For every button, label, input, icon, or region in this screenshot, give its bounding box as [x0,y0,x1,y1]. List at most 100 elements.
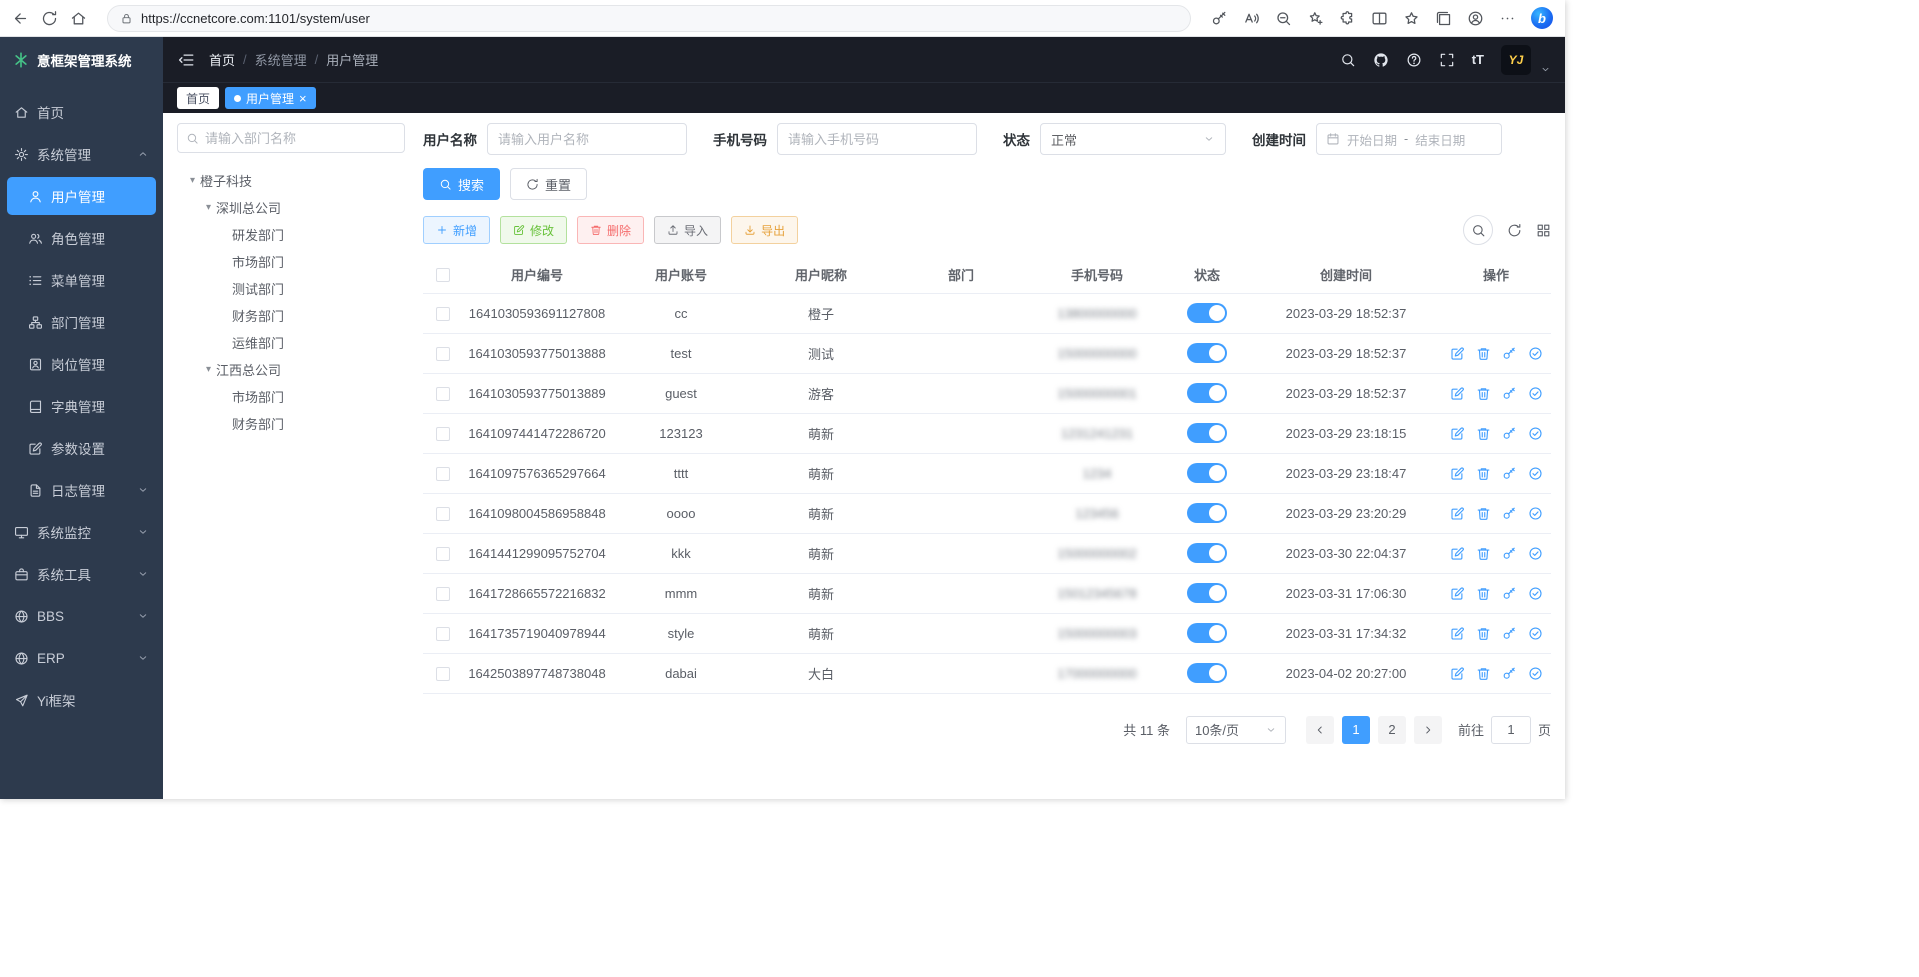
favorites-add-icon[interactable] [1307,10,1324,27]
assign-role-icon[interactable] [1528,386,1543,401]
reset-password-icon[interactable] [1502,506,1517,521]
chevron-down-icon[interactable] [1540,64,1551,75]
tree-node[interactable]: 市场部门 [177,248,405,275]
tab-user-management[interactable]: 用户管理 × [225,87,316,109]
sidebar-item-param-settings[interactable]: 参数设置 [0,427,163,469]
reset-button[interactable]: 重置 [510,168,587,200]
reset-password-icon[interactable] [1502,346,1517,361]
goto-page-input[interactable] [1491,716,1531,744]
tree-node[interactable]: 运维部门 [177,329,405,356]
import-button[interactable]: 导入 [654,216,721,244]
column-header[interactable]: 部门 [891,256,1031,293]
favorites-icon[interactable] [1403,10,1420,27]
page-button-1[interactable]: 1 [1342,716,1370,744]
column-header[interactable]: 用户账号 [611,256,751,293]
export-button[interactable]: 导出 [731,216,798,244]
refresh-table-icon[interactable] [1507,223,1522,238]
status-toggle[interactable] [1187,463,1227,483]
sidebar-item-system-monitor[interactable]: 系统监控 [0,511,163,553]
assign-role-icon[interactable] [1528,546,1543,561]
tree-node[interactable]: 财务部门 [177,410,405,437]
question-icon[interactable] [1406,52,1422,68]
status-select[interactable]: 正常 [1040,123,1226,155]
column-settings-icon[interactable] [1536,223,1551,238]
tree-node[interactable]: ▾江西总公司 [177,356,405,383]
sidebar-item-bbs[interactable]: BBS [0,595,163,637]
column-header[interactable]: 用户编号 [463,256,611,293]
reset-password-icon[interactable] [1502,386,1517,401]
assign-role-icon[interactable] [1528,626,1543,641]
browser-refresh-icon[interactable] [41,10,58,27]
status-toggle[interactable] [1187,503,1227,523]
toggle-search-button[interactable] [1463,215,1493,245]
delete-user-icon[interactable] [1476,666,1491,681]
dept-search-input[interactable] [205,131,396,146]
delete-user-icon[interactable] [1476,466,1491,481]
delete-user-icon[interactable] [1476,346,1491,361]
row-checkbox[interactable] [436,427,450,441]
assign-role-icon[interactable] [1528,586,1543,601]
phone-input[interactable] [777,123,977,155]
delete-user-icon[interactable] [1476,626,1491,641]
status-toggle[interactable] [1187,663,1227,683]
tab-home[interactable]: 首页 [177,87,219,109]
delete-user-icon[interactable] [1476,386,1491,401]
sidebar-item-user-management[interactable]: 用户管理 [7,177,156,215]
status-toggle[interactable] [1187,383,1227,403]
column-header[interactable]: 手机号码 [1031,256,1163,293]
reset-password-icon[interactable] [1502,666,1517,681]
edit-user-icon[interactable] [1450,666,1465,681]
tree-node[interactable]: ▾深圳总公司 [177,194,405,221]
status-toggle[interactable] [1187,343,1227,363]
status-toggle[interactable] [1187,583,1227,603]
delete-user-icon[interactable] [1476,506,1491,521]
delete-user-icon[interactable] [1476,586,1491,601]
edit-user-icon[interactable] [1450,346,1465,361]
reset-password-icon[interactable] [1502,626,1517,641]
assign-role-icon[interactable] [1528,466,1543,481]
sidebar-item-log-management[interactable]: 日志管理 [0,469,163,511]
sidebar-item-menu-management[interactable]: 菜单管理 [0,259,163,301]
edit-user-icon[interactable] [1450,466,1465,481]
collections-icon[interactable] [1435,10,1452,27]
breadcrumb-system[interactable]: 系统管理 [255,50,307,69]
edit-user-icon[interactable] [1450,586,1465,601]
search-icon[interactable] [1340,52,1356,68]
row-checkbox[interactable] [436,507,450,521]
zoom-icon[interactable] [1275,10,1292,27]
delete-button[interactable]: 删除 [577,216,644,244]
tree-node[interactable]: 研发部门 [177,221,405,248]
row-checkbox[interactable] [436,547,450,561]
assign-role-icon[interactable] [1528,426,1543,441]
browser-home-icon[interactable] [70,10,87,27]
page-button-2[interactable]: 2 [1378,716,1406,744]
search-button[interactable]: 搜索 [423,168,500,200]
delete-user-icon[interactable] [1476,546,1491,561]
reset-password-icon[interactable] [1502,586,1517,601]
tree-node[interactable]: 市场部门 [177,383,405,410]
edit-user-icon[interactable] [1450,546,1465,561]
edit-user-icon[interactable] [1450,386,1465,401]
column-header[interactable]: 操作 [1441,256,1551,293]
row-checkbox[interactable] [436,467,450,481]
reset-password-icon[interactable] [1502,466,1517,481]
assign-role-icon[interactable] [1528,666,1543,681]
sidebar-item-dict-management[interactable]: 字典管理 [0,385,163,427]
read-aloud-icon[interactable] [1243,10,1260,27]
assign-role-icon[interactable] [1528,506,1543,521]
breadcrumb-user[interactable]: 用户管理 [326,50,378,69]
sidebar-item-system-management[interactable]: 系统管理 [0,133,163,175]
edit-user-icon[interactable] [1450,426,1465,441]
add-button[interactable]: 新增 [423,216,490,244]
column-header[interactable]: 状态 [1163,256,1251,293]
edit-user-icon[interactable] [1450,506,1465,521]
bing-icon[interactable]: b [1531,7,1553,29]
user-avatar[interactable]: YJ [1501,45,1531,75]
tree-node[interactable]: 测试部门 [177,275,405,302]
reset-password-icon[interactable] [1502,426,1517,441]
status-toggle[interactable] [1187,423,1227,443]
sidebar-item-role-management[interactable]: 角色管理 [0,217,163,259]
status-toggle[interactable] [1187,303,1227,323]
assign-role-icon[interactable] [1528,346,1543,361]
column-header[interactable]: 创建时间 [1251,256,1441,293]
